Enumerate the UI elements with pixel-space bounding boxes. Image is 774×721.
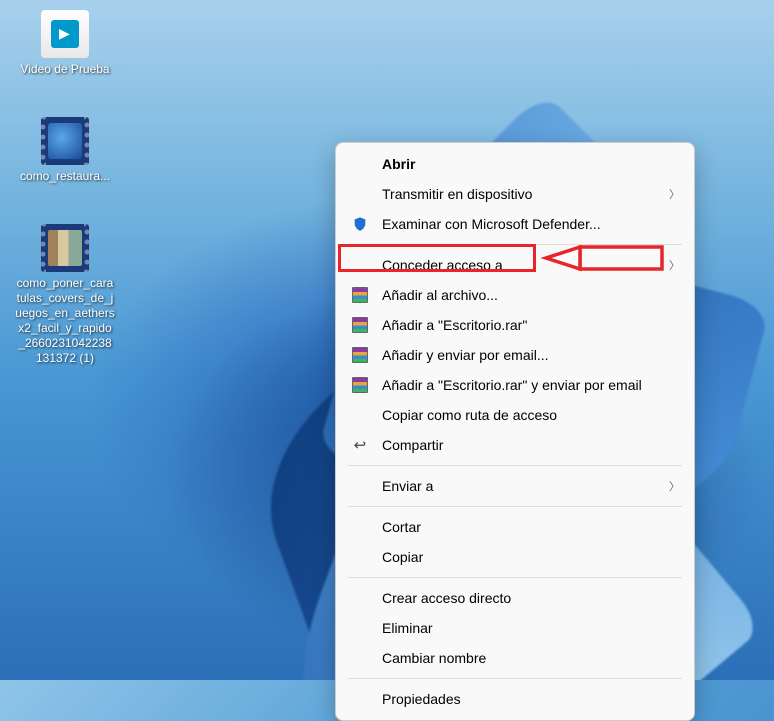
menu-item-add-rar-send-email[interactable]: Añadir a "Escritorio.rar" y enviar por e…	[336, 370, 694, 400]
video-file-icon	[41, 10, 89, 58]
menu-item-rename[interactable]: Cambiar nombre	[336, 643, 694, 673]
winrar-icon	[350, 315, 370, 335]
menu-label: Cambiar nombre	[382, 650, 680, 666]
spacer-icon	[350, 547, 370, 567]
menu-item-grant-access[interactable]: Conceder acceso a 〉	[336, 250, 694, 280]
winrar-icon	[350, 375, 370, 395]
spacer-icon	[350, 517, 370, 537]
menu-item-add-to-archive[interactable]: Añadir al archivo...	[336, 280, 694, 310]
menu-label: Añadir al archivo...	[382, 287, 680, 303]
menu-item-open[interactable]: Abrir	[336, 149, 694, 179]
icon-label: como_poner_caratulas_covers_de_juegos_en…	[15, 276, 115, 366]
menu-item-transmit[interactable]: Transmitir en dispositivo 〉	[336, 179, 694, 209]
shield-icon	[350, 214, 370, 234]
menu-label: Eliminar	[382, 620, 680, 636]
menu-separator	[348, 577, 682, 578]
menu-item-copy-as-path[interactable]: Copiar como ruta de acceso	[336, 400, 694, 430]
menu-item-properties[interactable]: Propiedades	[336, 684, 694, 714]
menu-label: Transmitir en dispositivo	[382, 186, 661, 202]
desktop-icon-como-restaura[interactable]: como_restaura...	[15, 117, 115, 184]
icon-label: Video de Prueba	[20, 62, 109, 77]
menu-item-cut[interactable]: Cortar	[336, 512, 694, 542]
menu-separator	[348, 465, 682, 466]
menu-label: Copiar	[382, 549, 680, 565]
chevron-right-icon: 〉	[669, 478, 680, 494]
winrar-icon	[350, 285, 370, 305]
spacer-icon	[350, 405, 370, 425]
context-menu: Abrir Transmitir en dispositivo 〉 Examin…	[335, 142, 695, 721]
spacer-icon	[350, 689, 370, 709]
spacer-icon	[350, 184, 370, 204]
menu-separator	[348, 506, 682, 507]
menu-item-create-shortcut[interactable]: Crear acceso directo	[336, 583, 694, 613]
menu-item-delete[interactable]: Eliminar	[336, 613, 694, 643]
menu-label: Cortar	[382, 519, 680, 535]
spacer-icon	[350, 476, 370, 496]
desktop-icons-area: Video de Prueba como_restaura... como_po…	[15, 10, 115, 366]
winrar-icon	[350, 345, 370, 365]
spacer-icon	[350, 154, 370, 174]
menu-separator	[348, 678, 682, 679]
chevron-right-icon: 〉	[669, 257, 680, 273]
video-thumb-icon	[41, 224, 89, 272]
menu-label: Añadir a "Escritorio.rar" y enviar por e…	[382, 377, 680, 393]
menu-label: Abrir	[382, 156, 680, 172]
menu-label: Crear acceso directo	[382, 590, 680, 606]
spacer-icon	[350, 648, 370, 668]
share-icon: ↪	[350, 435, 370, 455]
menu-separator	[348, 244, 682, 245]
menu-item-add-send-email[interactable]: Añadir y enviar por email...	[336, 340, 694, 370]
video-thumb-icon	[41, 117, 89, 165]
menu-item-defender[interactable]: Examinar con Microsoft Defender...	[336, 209, 694, 239]
menu-label: Conceder acceso a	[382, 257, 661, 273]
spacer-icon	[350, 588, 370, 608]
icon-label: como_restaura...	[20, 169, 110, 184]
menu-item-send-to[interactable]: Enviar a 〉	[336, 471, 694, 501]
menu-item-share[interactable]: ↪ Compartir	[336, 430, 694, 460]
menu-item-add-escritorio-rar[interactable]: Añadir a "Escritorio.rar"	[336, 310, 694, 340]
menu-label: Añadir a "Escritorio.rar"	[382, 317, 680, 333]
spacer-icon	[350, 618, 370, 638]
menu-label: Copiar como ruta de acceso	[382, 407, 680, 423]
menu-label: Compartir	[382, 437, 680, 453]
menu-label: Examinar con Microsoft Defender...	[382, 216, 680, 232]
spacer-icon	[350, 255, 370, 275]
menu-item-copy[interactable]: Copiar	[336, 542, 694, 572]
desktop-icon-como-poner-caratulas[interactable]: como_poner_caratulas_covers_de_juegos_en…	[15, 224, 115, 366]
menu-label: Añadir y enviar por email...	[382, 347, 680, 363]
chevron-right-icon: 〉	[669, 186, 680, 202]
desktop-icon-video-prueba[interactable]: Video de Prueba	[15, 10, 115, 77]
menu-label: Propiedades	[382, 691, 680, 707]
menu-label: Enviar a	[382, 478, 661, 494]
